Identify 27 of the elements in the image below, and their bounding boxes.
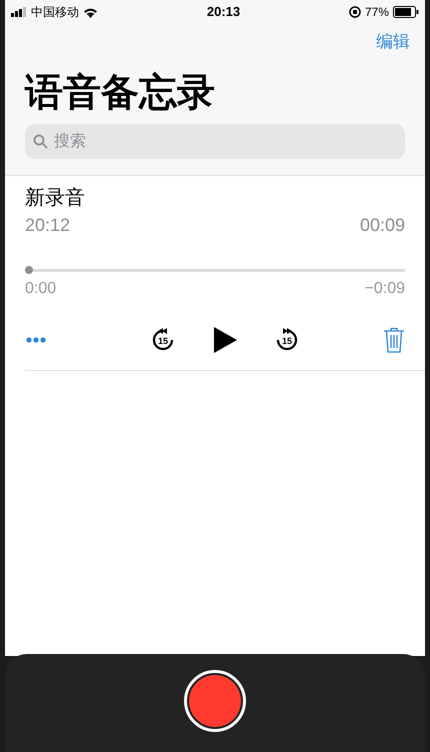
edit-button[interactable]: 编辑	[376, 29, 410, 55]
signal-icon	[11, 7, 27, 17]
battery-percent: 77%	[364, 4, 389, 21]
forward-arrow-icon	[274, 327, 300, 353]
wifi-icon	[83, 6, 98, 18]
more-icon	[26, 337, 46, 343]
recording-name[interactable]: 新录音	[25, 184, 405, 212]
status-time: 20:13	[206, 3, 240, 22]
skip-forward-button[interactable]: 15	[274, 327, 300, 353]
rotation-lock-icon	[348, 6, 361, 18]
playback-slider[interactable]	[25, 266, 405, 274]
skip-back-button[interactable]: 15	[150, 327, 176, 353]
search-field[interactable]: 搜索	[25, 124, 405, 159]
back-arrow-icon	[150, 327, 176, 353]
delete-button[interactable]	[383, 327, 405, 353]
record-button[interactable]	[184, 670, 246, 732]
play-icon	[212, 326, 238, 354]
trash-icon	[383, 327, 405, 353]
page-title: 语音备忘录	[25, 70, 216, 116]
search-icon	[33, 134, 48, 149]
remaining-time: −0:09	[364, 279, 405, 299]
carrier-name: 中国移动	[31, 4, 79, 21]
battery-icon	[393, 6, 419, 18]
recording-time: 20:12	[25, 214, 70, 237]
recording-duration: 00:09	[360, 214, 405, 237]
play-button[interactable]	[212, 326, 238, 354]
elapsed-time: 0:00	[25, 279, 56, 299]
